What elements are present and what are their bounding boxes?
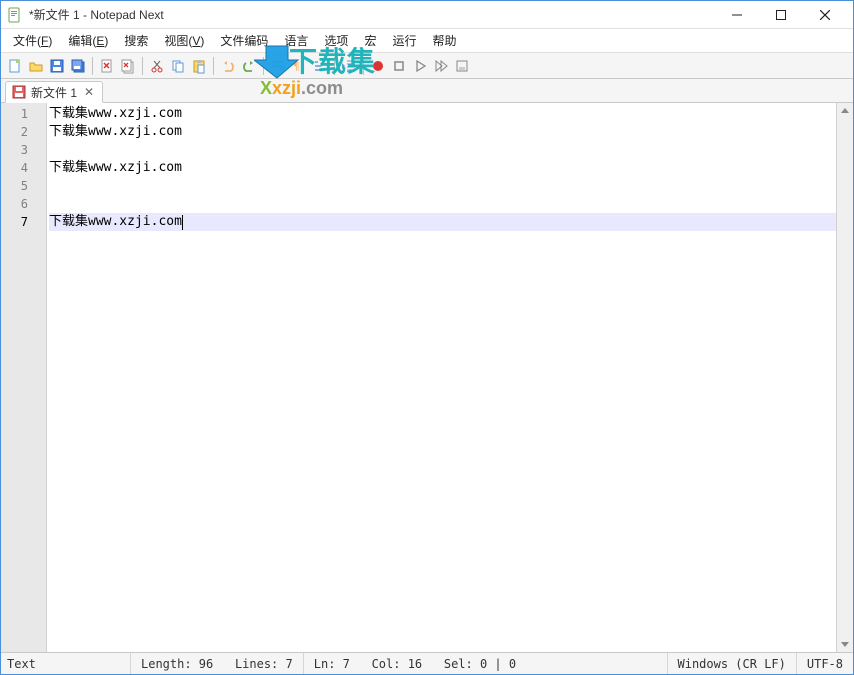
menu-encoding[interactable]: 文件编码 — [212, 29, 276, 52]
tabbar: 新文件 1 ✕ — [1, 79, 853, 103]
close-button[interactable] — [803, 1, 847, 29]
code-line[interactable]: 下载集www.xzji.com — [49, 159, 853, 177]
app-icon — [7, 7, 23, 23]
line-number-gutter: 1 2 3 4 5 6 7 — [1, 103, 47, 652]
whitespace-icon[interactable]: ¶ — [289, 56, 309, 76]
indent-guides-icon[interactable] — [310, 56, 330, 76]
record-macro-icon[interactable] — [368, 56, 388, 76]
status-eol[interactable]: Windows (CR LF) — [668, 653, 797, 674]
status-encoding[interactable]: UTF-8 — [797, 653, 853, 674]
close-all-icon[interactable] — [118, 56, 138, 76]
save-icon[interactable] — [47, 56, 67, 76]
line-number: 6 — [1, 195, 46, 213]
vertical-scrollbar[interactable] — [836, 103, 853, 652]
line-number: 3 — [1, 141, 46, 159]
line-number: 2 — [1, 123, 46, 141]
tab-label: 新文件 1 — [31, 84, 77, 101]
open-file-icon[interactable] — [26, 56, 46, 76]
titlebar: *新文件 1 - Notepad Next — [1, 1, 853, 29]
stop-macro-icon[interactable] — [389, 56, 409, 76]
save-macro-icon[interactable] — [452, 56, 472, 76]
code-line[interactable] — [49, 177, 853, 195]
menu-macro[interactable]: 宏 — [356, 29, 384, 52]
close-file-icon[interactable] — [97, 56, 117, 76]
maximize-button[interactable] — [759, 1, 803, 29]
menu-settings[interactable]: 选项 — [316, 29, 356, 52]
menu-file[interactable]: 文件(F) — [5, 29, 60, 52]
redo-icon[interactable] — [239, 56, 259, 76]
code-line[interactable]: 下载集www.xzji.com — [49, 105, 853, 123]
statusbar: Text Length: 96 Lines: 7 Ln: 7 Col: 16 S… — [1, 652, 853, 674]
menu-view[interactable]: 视图(V) — [156, 29, 212, 52]
line-number: 5 — [1, 177, 46, 195]
paste-icon[interactable] — [189, 56, 209, 76]
cut-icon[interactable] — [147, 56, 167, 76]
window-title: *新文件 1 - Notepad Next — [29, 6, 164, 23]
tab-active[interactable]: 新文件 1 ✕ — [5, 81, 103, 103]
minimize-button[interactable] — [715, 1, 759, 29]
menu-search[interactable]: 搜索 — [116, 29, 156, 52]
menu-run[interactable]: 运行 — [384, 29, 424, 52]
code-line[interactable]: 下载集www.xzji.com — [49, 123, 853, 141]
menu-edit[interactable]: 编辑(E) — [60, 29, 116, 52]
code-area[interactable]: 下载集www.xzji.com 下载集www.xzji.com 下载集www.x… — [47, 103, 853, 652]
code-line-current[interactable]: 下载集www.xzji.com — [49, 213, 853, 231]
status-doctype: Text — [1, 653, 131, 674]
save-all-icon[interactable] — [68, 56, 88, 76]
toolbar: ¶ — [1, 53, 853, 79]
svg-text:¶: ¶ — [293, 60, 300, 73]
play-multi-icon[interactable] — [431, 56, 451, 76]
menubar: 文件(F) 编辑(E) 搜索 视图(V) 文件编码 语言 选项 宏 运行 帮助 — [1, 29, 853, 53]
status-position: Ln: 7 Col: 16 Sel: 0 | 0 — [304, 653, 668, 674]
text-caret — [182, 215, 183, 230]
menu-language[interactable]: 语言 — [276, 29, 316, 52]
line-number: 1 — [1, 105, 46, 123]
line-number: 7 — [1, 213, 46, 231]
play-macro-icon[interactable] — [410, 56, 430, 76]
menu-help[interactable]: 帮助 — [424, 29, 464, 52]
save-unsaved-icon — [12, 85, 26, 99]
tab-close-icon[interactable]: ✕ — [82, 85, 96, 99]
new-file-icon[interactable] — [5, 56, 25, 76]
wordwrap-icon[interactable] — [268, 56, 288, 76]
undo-icon[interactable] — [218, 56, 238, 76]
copy-icon[interactable] — [168, 56, 188, 76]
status-length: Length: 96 Lines: 7 — [131, 653, 304, 674]
line-number: 4 — [1, 159, 46, 177]
indent-icon[interactable] — [339, 56, 359, 76]
code-line[interactable] — [49, 141, 853, 159]
editor[interactable]: 1 2 3 4 5 6 7 下载集www.xzji.com 下载集www.xzj… — [1, 103, 853, 652]
code-line[interactable] — [49, 195, 853, 213]
